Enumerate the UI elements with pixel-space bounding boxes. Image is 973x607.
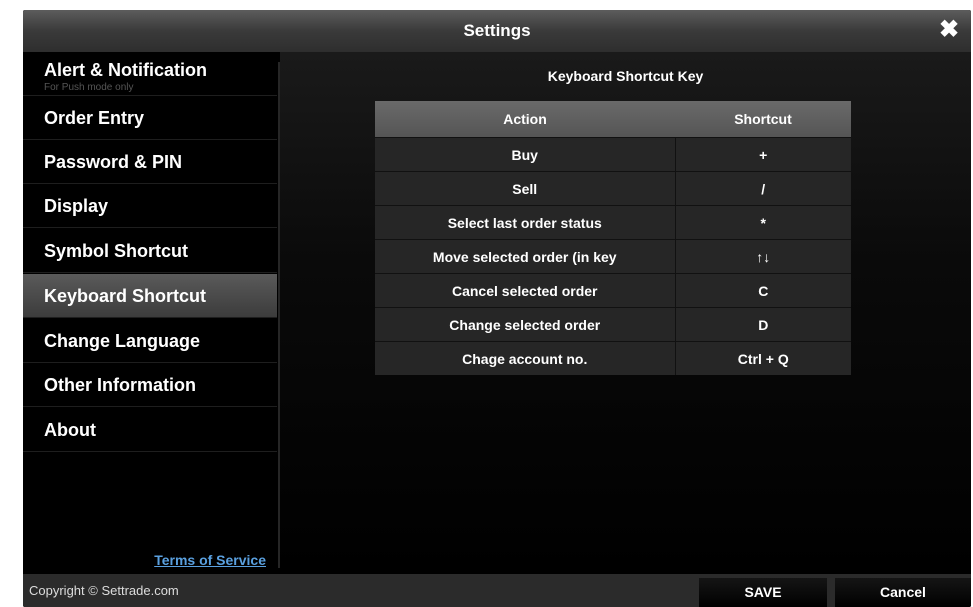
shortcut-cell: +	[675, 137, 851, 172]
title-bar: Settings ✖	[23, 10, 971, 52]
shortcut-cell: C	[675, 273, 851, 308]
sidebar-item-label: Symbol Shortcut	[44, 241, 189, 261]
sidebar-item-symbol-shortcut[interactable]: Symbol Shortcut	[23, 229, 277, 273]
table-row: Cancel selected order C	[375, 273, 851, 308]
sidebar-item-other-information[interactable]: Other Information	[23, 363, 277, 407]
table-row: Select last order status *	[375, 205, 851, 240]
settings-dialog: Settings ✖ Alert & Notification For Push…	[23, 10, 971, 607]
action-cell: Move selected order (in key	[375, 239, 676, 274]
table-row: Chage account no. Ctrl + Q	[375, 341, 851, 375]
shortcut-cell: ↑↓	[675, 239, 851, 274]
table-row: Move selected order (in key ↑↓	[375, 239, 851, 274]
save-button[interactable]: SAVE	[699, 578, 827, 607]
column-header-shortcut: Shortcut	[675, 101, 851, 138]
sidebar-item-label: Order Entry	[44, 108, 145, 128]
sidebar-item-label: Password & PIN	[44, 152, 183, 172]
copyright-text: Copyright © Settrade.com	[29, 583, 179, 598]
action-cell: Buy	[375, 137, 676, 172]
sidebar-item-label: Display	[44, 196, 109, 216]
sidebar-item-change-language[interactable]: Change Language	[23, 319, 277, 363]
table-row: Change selected order D	[375, 307, 851, 342]
dialog-footer: Copyright © Settrade.com SAVE Cancel	[23, 574, 971, 607]
sidebar-item-display[interactable]: Display	[23, 184, 277, 228]
column-header-action: Action	[375, 101, 675, 138]
section-title: Keyboard Shortcut Key	[547, 68, 704, 84]
sidebar-item-order-entry[interactable]: Order Entry	[23, 96, 277, 140]
sidebar-item-about[interactable]: About	[23, 408, 277, 452]
sidebar-item-sublabel: For Push mode only	[44, 82, 134, 93]
action-cell: Sell	[375, 171, 676, 206]
dialog-title: Settings	[463, 21, 531, 40]
content-panel: Keyboard Shortcut Key Action Shortcut Bu…	[280, 52, 971, 574]
shortcut-cell: *	[675, 205, 851, 240]
shortcut-table: Action Shortcut Buy + Sell / Select last…	[375, 101, 851, 375]
action-cell: Change selected order	[375, 307, 676, 342]
sidebar-item-password-pin[interactable]: Password & PIN	[23, 140, 277, 184]
settings-sidebar: Alert & Notification For Push mode only …	[23, 52, 277, 574]
shortcut-cell: Ctrl + Q	[675, 341, 851, 375]
shortcut-cell: D	[675, 307, 851, 342]
close-icon[interactable]: ✖	[935, 16, 963, 44]
table-row: Buy +	[375, 137, 851, 172]
sidebar-item-label: Alert & Notification	[44, 60, 208, 80]
sidebar-item-label: Other Information	[44, 375, 196, 395]
terms-of-service-link[interactable]: Terms of Service	[154, 552, 266, 568]
action-cell: Chage account no.	[375, 341, 676, 375]
sidebar-item-alert-notification[interactable]: Alert & Notification For Push mode only	[23, 52, 277, 96]
sidebar-item-label: Keyboard Shortcut	[44, 286, 207, 306]
action-cell: Select last order status	[375, 205, 676, 240]
table-header-row: Action Shortcut	[375, 101, 851, 138]
sidebar-item-label: About	[44, 420, 96, 440]
sidebar-item-label: Change Language	[44, 331, 201, 351]
sidebar-item-keyboard-shortcut[interactable]: Keyboard Shortcut	[23, 274, 277, 318]
cancel-button[interactable]: Cancel	[835, 578, 971, 607]
action-cell: Cancel selected order	[375, 273, 676, 308]
shortcut-cell: /	[675, 171, 851, 206]
table-row: Sell /	[375, 171, 851, 206]
